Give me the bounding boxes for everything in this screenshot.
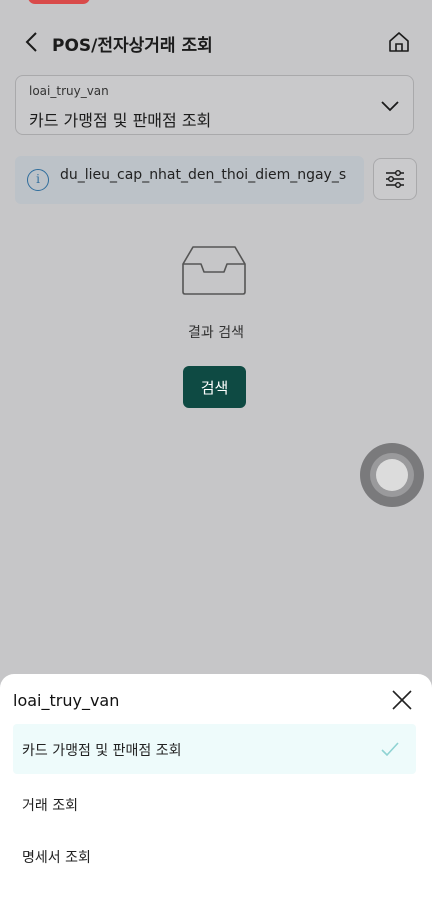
sliders-icon: [386, 170, 404, 188]
home-icon: [389, 32, 409, 52]
chevron-left-icon: [25, 32, 37, 52]
status-bar: [0, 0, 432, 14]
sheet-option-statement[interactable]: 명세서 조회: [13, 831, 416, 881]
assistive-touch-ring: [370, 453, 414, 497]
query-type-sheet: loai_truy_van 카드 가맹점 및 판매점 조회 거래 조회 명세서 …: [0, 674, 432, 907]
assistive-touch-button[interactable]: [360, 443, 424, 507]
assistive-touch-core: [376, 459, 408, 491]
back-button[interactable]: [18, 28, 44, 56]
info-text: du_lieu_cap_nhat_den_thoi_diem_ngay_s: [60, 167, 347, 183]
chevron-down-icon: [381, 101, 399, 112]
app-header: POS/전자상거래 조회: [0, 18, 432, 66]
sheet-option-transaction[interactable]: 거래 조회: [13, 779, 416, 829]
query-type-value: 카드 가맹점 및 판매점 조회: [29, 111, 212, 130]
info-banner: i du_lieu_cap_nhat_den_thoi_diem_ngay_s: [15, 156, 364, 204]
query-type-select[interactable]: loai_truy_van 카드 가맹점 및 판매점 조회: [15, 75, 414, 135]
close-icon[interactable]: [390, 688, 414, 712]
page-title: POS/전자상거래 조회: [52, 36, 213, 56]
empty-state-text: 결과 검색: [188, 325, 244, 341]
recording-indicator: [28, 0, 90, 4]
check-icon: [381, 742, 399, 757]
option-label: 카드 가맹점 및 판매점 조회: [22, 743, 182, 759]
home-button[interactable]: [386, 29, 412, 55]
search-button[interactable]: 검색: [183, 366, 246, 408]
sheet-option-card-merchant[interactable]: 카드 가맹점 및 판매점 조회: [13, 724, 416, 774]
option-label: 명세서 조회: [22, 850, 91, 866]
query-type-label: loai_truy_van: [29, 84, 109, 98]
filter-button[interactable]: [373, 158, 417, 200]
sheet-title: loai_truy_van: [13, 691, 120, 710]
inbox-icon: [182, 246, 246, 295]
info-icon: i: [27, 169, 49, 191]
option-label: 거래 조회: [22, 798, 78, 814]
